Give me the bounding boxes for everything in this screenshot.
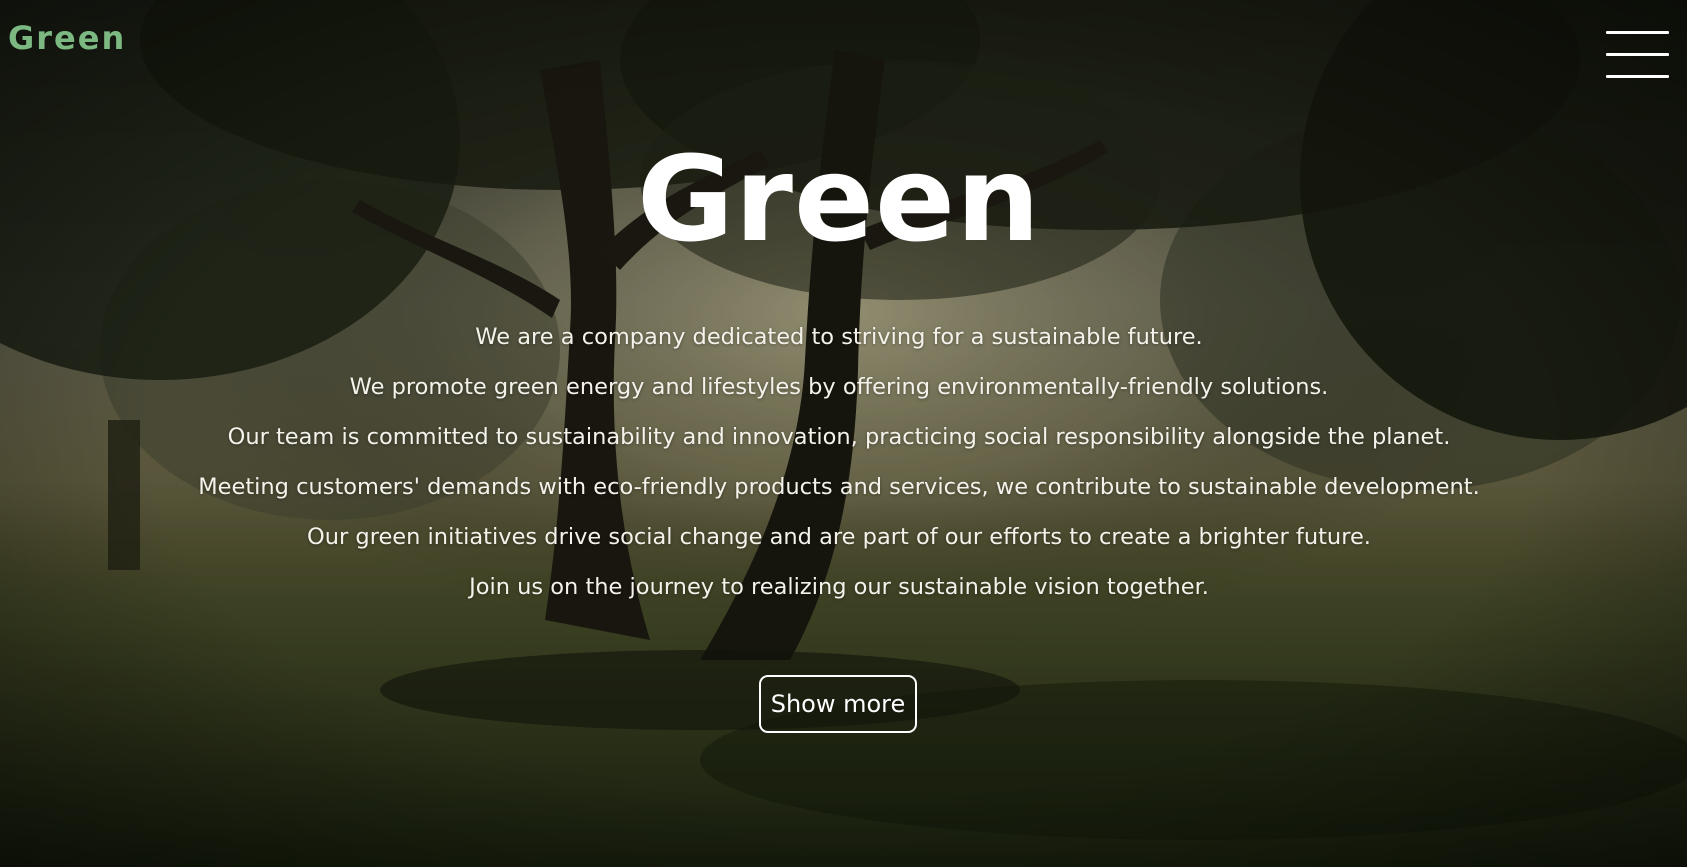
hero-description: We are a company dedicated to striving f… — [0, 321, 1678, 621]
menu-bar-top — [1606, 31, 1669, 34]
description-line: We are a company dedicated to striving f… — [475, 324, 1203, 350]
site-logo[interactable]: Green — [8, 22, 126, 54]
hamburger-menu-icon[interactable] — [1606, 31, 1669, 79]
hero-title: Green — [636, 130, 1042, 268]
description-line: Join us on the journey to realizing our … — [469, 574, 1209, 600]
menu-bar-middle — [1606, 53, 1669, 56]
menu-bar-bottom — [1606, 75, 1669, 78]
description-line: We promote green energy and lifestyles b… — [349, 374, 1329, 400]
description-line: Our green initiatives drive social chang… — [307, 524, 1371, 550]
show-more-button[interactable]: Show more — [759, 675, 917, 733]
hero-section: Green Green We are a company dedicated t… — [0, 0, 1687, 867]
description-line: Meeting customers' demands with eco-frie… — [198, 474, 1480, 500]
description-line: Our team is committed to sustainability … — [227, 424, 1451, 450]
